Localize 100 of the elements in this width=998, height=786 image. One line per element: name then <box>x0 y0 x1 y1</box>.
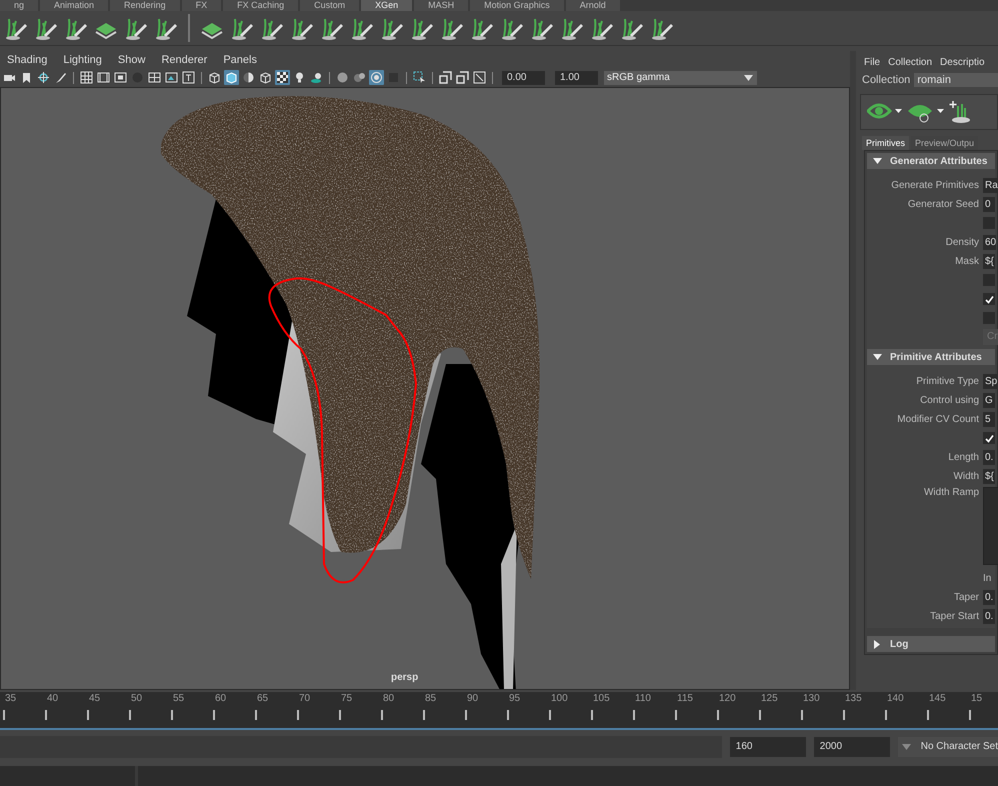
shelf-tab[interactable]: MASH <box>414 0 468 11</box>
attribute-label: Length <box>947 452 979 462</box>
shelf-tab[interactable]: Motion Graphics <box>470 0 564 11</box>
interpolation-label: In <box>983 572 992 584</box>
shelf-tab[interactable]: Arnold <box>566 0 620 11</box>
frame-number: 105 <box>593 693 610 704</box>
frame-number: 75 <box>341 693 352 704</box>
dropdown-caret-icon <box>744 74 753 80</box>
attribute-field[interactable]: 0 <box>983 196 995 212</box>
exposure-field[interactable]: 0.00 <box>502 70 545 84</box>
half-sphere-icon[interactable] <box>241 70 256 85</box>
attribute-label: Modifier CV Count <box>896 414 979 424</box>
shelf-tab[interactable]: FX <box>182 0 222 11</box>
attribute-label: Taper Start <box>929 610 979 622</box>
panel-tab[interactable]: Primitives <box>862 136 910 150</box>
timeline[interactable]: 35 40 45 50 55 60 65 70 75 80 85 90 95 100 105 110 115 120 125 130 135 140 145 15 <box>0 690 998 730</box>
attribute-field[interactable]: Ra <box>983 178 998 192</box>
frame-number: 100 <box>551 693 568 704</box>
checkbox[interactable] <box>983 217 995 229</box>
attribute-label: Width Ramp <box>922 487 979 498</box>
expand-triangle-icon[interactable] <box>873 640 882 648</box>
frame-number: 145 <box>929 693 946 704</box>
wireframe-cube-icon[interactable] <box>207 70 222 85</box>
collection-label: Collection <box>862 74 910 86</box>
frame-number: 130 <box>803 693 820 704</box>
frame-number: 80 <box>383 693 394 704</box>
frame-icon[interactable] <box>472 70 487 85</box>
grass-add-icon[interactable] <box>949 100 971 124</box>
attribute-field[interactable]: 60 <box>983 234 996 250</box>
attribute-label: Density <box>944 236 979 248</box>
gamma-field[interactable]: 1.00 <box>555 70 598 84</box>
section-header[interactable]: Primitive Attributes <box>867 349 995 365</box>
collapse-triangle-icon[interactable] <box>873 352 882 362</box>
menu-item[interactable]: Renderer <box>161 54 208 66</box>
section-header[interactable]: Generator Attributes <box>867 153 995 169</box>
checkbox[interactable] <box>983 432 995 444</box>
frame-number: 70 <box>299 693 310 704</box>
collection-field[interactable]: romain <box>914 73 998 87</box>
film-strip-icon[interactable] <box>96 70 111 85</box>
menu-item[interactable]: Shading <box>7 54 48 66</box>
shadow-sphere-icon[interactable] <box>309 70 324 85</box>
attribute-field[interactable]: ${ <box>983 468 995 484</box>
selection-icon[interactable] <box>412 70 427 85</box>
attribute-field[interactable]: ${ <box>983 254 995 268</box>
checkbox[interactable] <box>983 312 995 324</box>
attribute-label: Width <box>952 470 979 482</box>
gate-icon[interactable] <box>113 70 128 85</box>
pivot-icon[interactable] <box>36 70 51 85</box>
frame-number: 95 <box>509 693 520 704</box>
character-set-dropdown[interactable]: No Character Set <box>898 737 998 757</box>
frame-number: 40 <box>47 693 58 704</box>
section-header[interactable]: Log <box>867 636 995 652</box>
shelf-tab[interactable]: Rendering <box>110 0 180 11</box>
frame-number: 15 <box>971 693 982 704</box>
dropdown-caret-icon <box>902 744 911 750</box>
frame-number: 135 <box>845 693 862 704</box>
target-icon[interactable] <box>369 70 384 85</box>
checkbox[interactable] <box>983 274 995 286</box>
wireframe-cube-icon[interactable] <box>258 70 273 85</box>
attribute-field[interactable]: G <box>983 392 995 408</box>
attribute-label: Primitive Type <box>915 376 979 386</box>
attribute-field[interactable]: 5 <box>983 412 995 426</box>
shelf-tab[interactable]: ng <box>0 0 38 11</box>
shelf-tab[interactable]: Animation <box>40 0 108 11</box>
frame-number: 60 <box>215 693 226 704</box>
frame-number: 120 <box>719 693 736 704</box>
layers-icon[interactable] <box>438 70 453 85</box>
shelf-tab[interactable]: XGen <box>361 0 412 11</box>
menu-item[interactable]: Panels <box>223 54 257 66</box>
range-start-field[interactable]: 160 <box>730 737 806 757</box>
collapse-triangle-icon[interactable] <box>873 156 882 166</box>
camera-label: persp <box>391 672 418 683</box>
attribute-field[interactable]: 0. <box>983 450 995 464</box>
viewport[interactable]: persp <box>0 87 850 690</box>
attribute-field[interactable]: Sp <box>983 374 998 388</box>
range-end-field[interactable]: 2000 <box>814 737 890 757</box>
menu-item[interactable]: Collection <box>888 57 932 71</box>
layers-icon[interactable] <box>455 70 470 85</box>
grid-icon[interactable] <box>79 70 94 85</box>
menu-item[interactable]: Lighting <box>63 54 102 66</box>
menu-item[interactable]: File <box>864 57 880 71</box>
shaded-cube-icon[interactable] <box>224 70 239 85</box>
attribute-label: Mask <box>954 256 979 266</box>
field-chart-icon[interactable] <box>147 70 162 85</box>
frame-number: 90 <box>467 693 478 704</box>
menu-item[interactable]: Descriptio <box>940 57 985 71</box>
checkbox[interactable] <box>983 293 995 305</box>
color-space-dropdown[interactable]: sRGB gamma <box>604 70 757 84</box>
spheres-icon[interactable] <box>352 70 367 85</box>
text-icon[interactable] <box>181 70 196 85</box>
attribute-field[interactable]: 0. <box>983 608 995 624</box>
safe-area-icon[interactable] <box>164 70 179 85</box>
menu-item[interactable]: Show <box>118 54 146 66</box>
shelf-tab[interactable]: FX Caching <box>223 0 298 11</box>
frame-number: 50 <box>131 693 142 704</box>
checker-icon[interactable] <box>275 70 290 85</box>
attribute-field[interactable]: 0. <box>983 590 995 604</box>
shelf-tab[interactable]: Custom <box>300 0 360 11</box>
attribute-label: Generator Seed <box>906 198 979 210</box>
sphere-icon[interactable] <box>335 70 350 85</box>
